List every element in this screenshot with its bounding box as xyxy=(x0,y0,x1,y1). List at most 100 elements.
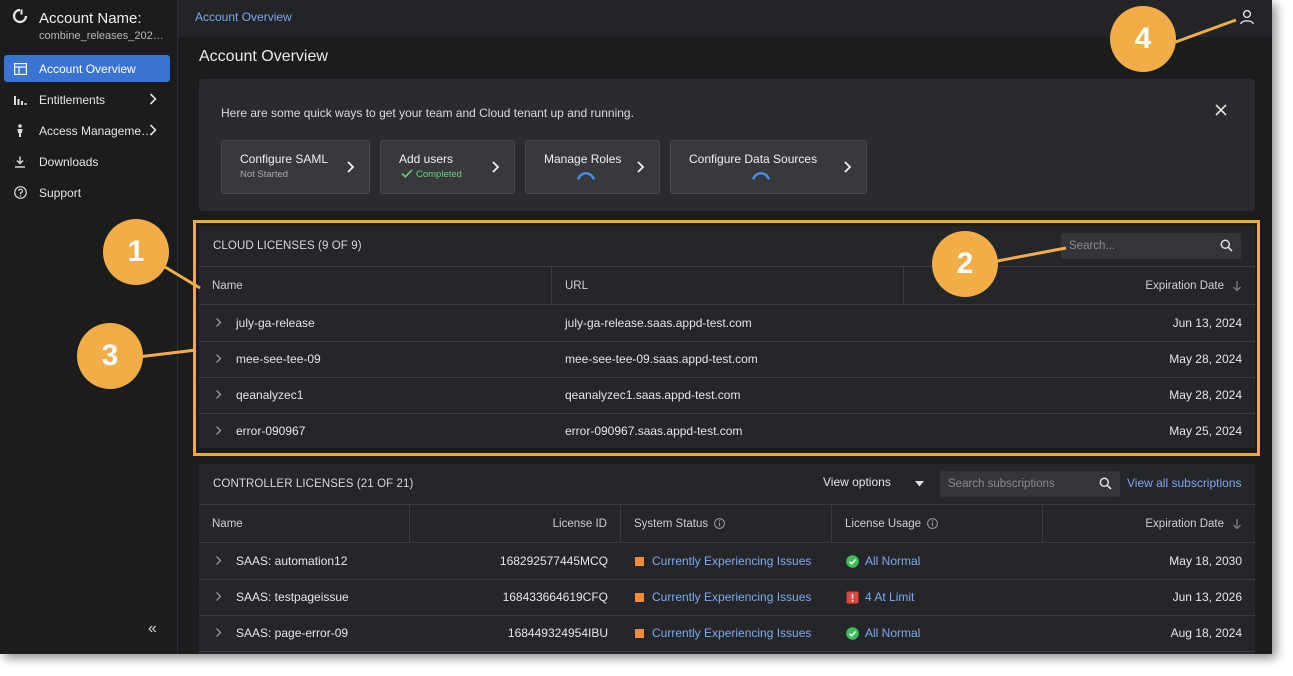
sidebar-item-account-overview[interactable]: Account Overview xyxy=(4,55,170,82)
column-header-system-status[interactable]: System Status xyxy=(621,505,832,542)
system-status-link[interactable]: Currently Experiencing Issues xyxy=(652,590,811,604)
search-icon[interactable] xyxy=(1099,477,1112,490)
expand-chevron-icon[interactable] xyxy=(215,389,222,400)
column-header-name[interactable]: Name xyxy=(199,267,552,304)
license-usage-link[interactable]: 4 At Limit xyxy=(865,590,914,604)
search-icon[interactable] xyxy=(1220,239,1233,252)
card-status: Not Started xyxy=(240,169,289,180)
cell-license-usage: All Normal xyxy=(846,543,920,579)
column-label: Expiration Date xyxy=(1145,517,1224,530)
configure-saml-card[interactable]: Configure SAML Not Started xyxy=(221,140,370,194)
expand-chevron-icon[interactable] xyxy=(215,353,222,364)
warning-square-icon xyxy=(635,556,644,566)
column-label: Name xyxy=(212,517,243,530)
caret-down-icon[interactable] xyxy=(915,481,924,487)
column-header-expiration[interactable]: Expiration Date xyxy=(1043,505,1255,542)
sidebar-nav: Account Overview Entitlements Access Man… xyxy=(4,55,170,210)
sort-arrow-down-icon[interactable] xyxy=(1232,280,1242,292)
cell-license-id: 168433664619CFQ xyxy=(502,590,608,604)
search-input[interactable] xyxy=(1061,233,1241,259)
panel-header: CLOUD LICENSES (9 OF 9) xyxy=(199,226,1255,267)
sidebar: Account Name: combine_releases_202… Acco… xyxy=(0,0,178,654)
table-row[interactable]: SAAS: page-error-09 168449324954IBU Curr… xyxy=(199,615,1255,652)
search-input[interactable] xyxy=(940,471,1120,497)
cell-name: mee-see-tee-09 xyxy=(236,352,321,366)
callout-3: 3 xyxy=(77,323,143,389)
expand-chevron-icon[interactable] xyxy=(215,555,222,566)
chevron-right-icon xyxy=(149,124,157,136)
cell-license-id: 168449324954IBU xyxy=(507,626,608,640)
column-header-license-id[interactable]: License ID xyxy=(410,505,621,542)
cell-expiration: Jun 13, 2026 xyxy=(1172,590,1242,604)
panel-title: CONTROLLER LICENSES (21 OF 21) xyxy=(213,478,414,490)
collapse-sidebar-button[interactable]: « xyxy=(148,620,157,638)
download-icon xyxy=(13,155,27,169)
panel-header: CONTROLLER LICENSES (21 OF 21) View opti… xyxy=(199,464,1255,505)
table-row[interactable]: mee-see-tee-09 mee-see-tee-09.saas.appd-… xyxy=(199,341,1255,378)
check-circle-icon xyxy=(846,626,859,640)
table-row[interactable]: july-ga-release july-ga-release.saas.app… xyxy=(199,305,1255,342)
dashboard-icon xyxy=(13,62,27,76)
expand-chevron-icon[interactable] xyxy=(215,627,222,638)
manage-roles-card[interactable]: Manage Roles xyxy=(525,140,660,194)
alert-square-icon xyxy=(846,591,859,603)
column-label: Name xyxy=(212,279,243,292)
sidebar-item-label: Access Manageme… xyxy=(39,123,154,138)
sidebar-item-entitlements[interactable]: Entitlements xyxy=(4,86,170,113)
sidebar-item-support[interactable]: Support xyxy=(4,179,170,206)
cell-license-usage: 4 At Limit xyxy=(846,579,914,615)
sidebar-item-label: Downloads xyxy=(39,154,99,169)
help-circle-icon xyxy=(13,186,27,200)
info-icon[interactable] xyxy=(714,518,726,529)
loading-spinner-icon xyxy=(752,172,770,180)
system-status-link[interactable]: Currently Experiencing Issues xyxy=(652,626,811,640)
check-circle-icon xyxy=(846,554,859,568)
bar-chart-icon xyxy=(13,93,27,107)
cell-name: SAAS: automation12 xyxy=(236,554,348,568)
cell-expiration: May 25, 2024 xyxy=(1169,424,1242,438)
sort-arrow-down-icon[interactable] xyxy=(1232,518,1242,530)
callout-1: 1 xyxy=(103,219,169,285)
column-label: License ID xyxy=(552,517,607,530)
column-label: URL xyxy=(565,279,589,292)
expand-chevron-icon[interactable] xyxy=(215,317,222,328)
cell-url: qeanalyzec1.saas.appd-test.com xyxy=(565,388,741,402)
panel-title: CLOUD LICENSES (9 OF 9) xyxy=(213,240,362,252)
user-icon[interactable] xyxy=(1239,9,1255,25)
column-header-license-usage[interactable]: License Usage xyxy=(832,505,1043,542)
expand-chevron-icon[interactable] xyxy=(215,591,222,602)
close-icon[interactable] xyxy=(1215,104,1227,116)
cell-system-status: Currently Experiencing Issues xyxy=(635,615,811,651)
cell-expiration: May 28, 2024 xyxy=(1169,388,1242,402)
table-row[interactable]: error-090967 error-090967.saas.appd-test… xyxy=(199,413,1255,449)
cell-expiration: Aug 18, 2024 xyxy=(1170,626,1242,640)
app-logo-icon xyxy=(12,8,28,24)
cell-name: qeanalyzec1 xyxy=(236,388,304,402)
column-header-url[interactable]: URL xyxy=(552,267,904,304)
system-status-link[interactable]: Currently Experiencing Issues xyxy=(652,554,811,568)
cell-name: july-ga-release xyxy=(236,316,315,330)
expand-chevron-icon[interactable] xyxy=(215,425,222,436)
sidebar-item-downloads[interactable]: Downloads xyxy=(4,148,170,175)
table-row[interactable]: qeanalyzec1 qeanalyzec1.saas.appd-test.c… xyxy=(199,377,1255,414)
info-icon[interactable] xyxy=(927,518,938,529)
chevron-right-icon xyxy=(149,93,157,105)
page-title: Account Overview xyxy=(199,48,328,65)
license-usage-link[interactable]: All Normal xyxy=(865,554,920,568)
table-row[interactable]: SAAS: testpageissue 168433664619CFQ Curr… xyxy=(199,579,1255,616)
breadcrumb[interactable]: Account Overview xyxy=(195,10,292,24)
cell-system-status: Currently Experiencing Issues xyxy=(635,543,811,579)
cell-url: july-ga-release.saas.appd-test.com xyxy=(565,316,752,330)
table-row[interactable]: SAAS: automation12 168292577445MCQ Curre… xyxy=(199,543,1255,580)
add-users-card[interactable]: Add users Completed xyxy=(380,140,515,194)
sidebar-item-access-management[interactable]: Access Manageme… xyxy=(4,117,170,144)
chevron-right-icon xyxy=(637,161,645,173)
column-label: License Usage xyxy=(845,517,922,530)
column-header-name[interactable]: Name xyxy=(199,505,410,542)
card-title: Add users xyxy=(399,152,454,166)
view-options-dropdown[interactable]: View options xyxy=(823,475,891,489)
configure-data-sources-card[interactable]: Configure Data Sources xyxy=(670,140,867,194)
license-usage-link[interactable]: All Normal xyxy=(865,626,920,640)
check-icon xyxy=(401,169,413,178)
view-all-subscriptions-link[interactable]: View all subscriptions xyxy=(1127,476,1242,490)
